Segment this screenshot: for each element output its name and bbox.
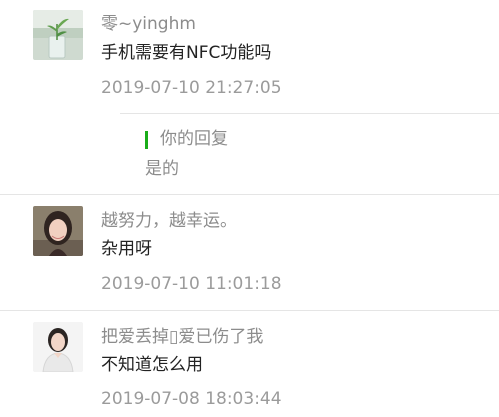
person-photo-icon — [33, 322, 83, 372]
reply-accent-bar — [145, 131, 148, 149]
comment-timestamp: 2019-07-08 18:03:44 — [101, 389, 282, 409]
comment-username: 零~yinghm — [101, 14, 196, 34]
user-avatar[interactable] — [33, 10, 83, 60]
user-avatar[interactable] — [33, 206, 83, 256]
comment-timestamp: 2019-07-10 21:27:05 — [101, 78, 282, 98]
comment-username: 把爱丢掉▯爱已伤了我 — [101, 327, 264, 347]
comment-username: 越努力，越幸运。 — [101, 211, 237, 231]
plant-photo-icon — [33, 10, 83, 60]
comment-content: 杂用呀 — [101, 239, 152, 259]
person-photo-icon — [33, 206, 83, 256]
user-avatar[interactable] — [33, 322, 83, 372]
comment-item: 把爱丢掉▯爱已伤了我 不知道怎么用 2019-07-08 18:03:44 — [0, 311, 499, 417]
reply-content: 是的 — [145, 159, 179, 179]
comment-content: 不知道怎么用 — [101, 355, 203, 375]
comment-content: 手机需要有NFC功能吗 — [101, 43, 272, 63]
reply-label: 你的回复 — [160, 129, 228, 149]
comment-item: 越努力，越幸运。 杂用呀 2019-07-10 11:01:18 — [0, 195, 499, 310]
comment-item: 零~yinghm 手机需要有NFC功能吗 2019-07-10 21:27:05… — [0, 0, 499, 195]
reply-block: 你的回复 是的 — [120, 113, 499, 194]
comment-timestamp: 2019-07-10 11:01:18 — [101, 274, 282, 294]
